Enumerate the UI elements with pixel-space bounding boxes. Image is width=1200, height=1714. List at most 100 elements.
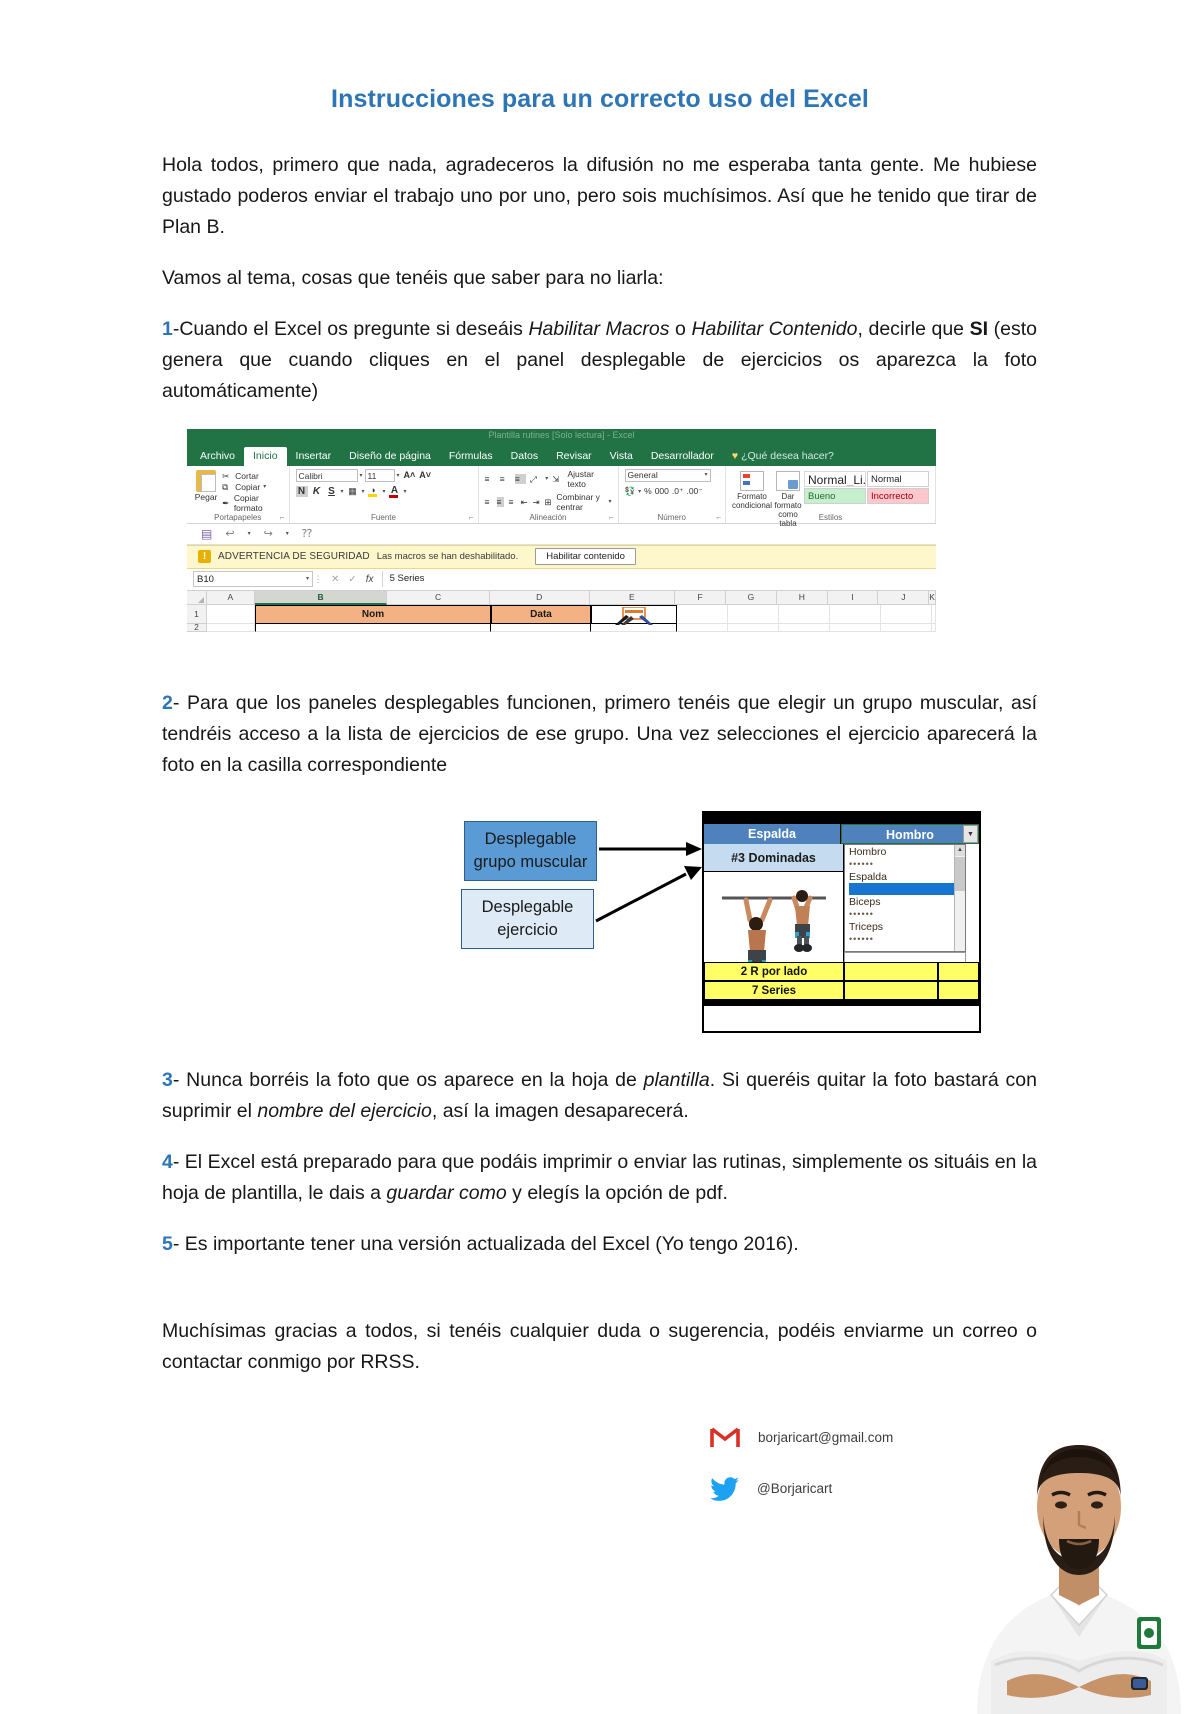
dialog-launcher-icon[interactable]: ⌐ [280, 513, 285, 522]
column-header-d[interactable]: D [489, 590, 590, 605]
save-icon[interactable]: ▤ [201, 527, 212, 541]
ribbon-tab-revisar[interactable]: Revisar [547, 447, 601, 466]
increase-decimal-icon[interactable]: .0⁺ [672, 486, 684, 497]
reps-value-cell[interactable] [844, 961, 938, 981]
cell-j2[interactable] [881, 623, 932, 632]
muscle-group-cell[interactable]: Espalda [704, 823, 841, 844]
column-header-g[interactable]: G [726, 590, 777, 605]
decrease-decimal-icon[interactable]: .00⁻ [686, 486, 702, 497]
series-value-cell[interactable] [844, 980, 938, 1000]
redo-icon[interactable]: ↪ [264, 527, 273, 540]
reps-label-cell[interactable]: 2 R por lado [704, 961, 844, 981]
cancel-formula-icon[interactable]: ✕ [331, 574, 339, 585]
dropdown-item-biceps[interactable]: Biceps •••••• [845, 895, 965, 920]
percent-button[interactable]: % [644, 486, 652, 496]
cell-e2[interactable] [591, 623, 677, 632]
decrease-indent-icon[interactable]: ⇤ [520, 497, 528, 507]
font-family-input[interactable]: Calibri [295, 468, 358, 482]
number-dialog-launcher-icon[interactable]: ⌐ [716, 513, 721, 522]
increase-indent-icon[interactable]: ⇥ [532, 497, 540, 507]
cell-b2[interactable] [255, 623, 491, 632]
column-header-h[interactable]: H [776, 590, 828, 605]
orientation-icon[interactable]: ⤢ [530, 474, 541, 484]
font-color-icon[interactable]: A [388, 485, 401, 498]
cell-g1[interactable] [728, 604, 779, 624]
series-extra-cell[interactable] [938, 980, 979, 1000]
copy-button[interactable]: ⧉ Copiar ▾ [222, 482, 282, 492]
ribbon-tab-insertar[interactable]: Insertar [287, 447, 341, 466]
ribbon-tab-diseno[interactable]: Diseño de página [340, 447, 440, 466]
borders-icon[interactable]: ▦ [347, 486, 359, 497]
column-header-i[interactable]: I [827, 590, 879, 605]
alignment-dialog-launcher-icon[interactable]: ⌐ [609, 513, 614, 522]
cell-j1[interactable] [881, 604, 932, 624]
cell-d1[interactable]: Data [491, 604, 591, 624]
align-middle-icon[interactable]: ≡ [500, 474, 511, 484]
cell-style-normal-li[interactable]: Normal_Li... [803, 470, 866, 487]
column-header-j[interactable]: J [878, 590, 930, 605]
undo-icon[interactable]: ↩ [225, 527, 234, 540]
undo-chevron-icon[interactable]: ▾ [248, 530, 251, 537]
ribbon-tab-vista[interactable]: Vista [601, 447, 642, 466]
italic-button[interactable]: K [311, 486, 323, 497]
orientation-chevron-icon[interactable]: ▾ [545, 475, 548, 482]
formula-input[interactable]: 5 Series [381, 571, 936, 588]
cell-a2[interactable] [207, 623, 255, 632]
dropdown-item-hombro[interactable]: Hombro •••••• [845, 845, 965, 870]
column-header-a[interactable]: A [206, 590, 255, 605]
grow-font-icon[interactable]: A˄ [404, 470, 416, 480]
scrollbar-thumb[interactable] [955, 856, 965, 891]
dropdown-item-espalda[interactable]: Espalda •••••• [845, 870, 965, 895]
exercise-name-cell[interactable]: #3 Dominadas [704, 843, 844, 872]
currency-icon[interactable]: 💱 [625, 486, 636, 497]
font-size-input[interactable]: 11 [364, 468, 395, 482]
ribbon-tab-desarrollador[interactable]: Desarrollador [642, 447, 723, 466]
insert-function-icon[interactable]: fx [366, 574, 374, 585]
ribbon-tab-inicio[interactable]: Inicio [244, 446, 287, 466]
align-top-icon[interactable]: ≡ [485, 474, 496, 484]
dropdown-item-triceps[interactable]: Triceps •••••• [845, 920, 965, 945]
ribbon-tab-datos[interactable]: Datos [502, 447, 547, 466]
bold-button[interactable]: N [295, 485, 308, 497]
cell-f2[interactable] [677, 623, 728, 632]
cell-h1[interactable] [779, 604, 830, 624]
font-dialog-launcher-icon[interactable]: ⌐ [469, 513, 474, 522]
fill-color-icon[interactable]: ◗ [367, 485, 380, 498]
cell-k2[interactable] [932, 623, 936, 632]
underline-button[interactable]: S [326, 486, 338, 497]
ribbon-tab-archivo[interactable]: Archivo [191, 447, 244, 466]
dropdown-chevron-icon[interactable]: ▼ [963, 824, 978, 843]
font-color-chevron-icon[interactable]: ▾ [404, 488, 407, 495]
cell-style-normal[interactable]: Normal [866, 470, 929, 487]
fill-chevron-icon[interactable]: ▾ [383, 488, 386, 495]
ribbon-tab-formulas[interactable]: Fórmulas [440, 447, 502, 466]
font-size-chevron-icon[interactable]: ▾ [397, 472, 400, 479]
dropdown-scrollbar[interactable]: ▲ [954, 844, 965, 951]
cell-e1-image[interactable] [591, 604, 677, 625]
column-header-b[interactable]: B [254, 590, 388, 605]
column-header-e[interactable]: E [589, 590, 676, 605]
align-left-icon[interactable]: ≡ [485, 497, 493, 507]
help-icon[interactable]: ⁇ [302, 527, 312, 540]
enable-content-button[interactable]: Habilitar contenido [535, 548, 636, 566]
twitter-text[interactable]: @Borjaricart [757, 1481, 832, 1496]
align-bottom-icon[interactable]: ≡ [514, 473, 527, 484]
cell-f1[interactable] [677, 604, 728, 624]
cell-i1[interactable] [830, 604, 881, 624]
exercise-dropdown-list[interactable]: Hombro •••••• Espalda •••••• Biceps ••••… [844, 843, 966, 952]
cell-b1[interactable]: Nom [255, 604, 491, 624]
cell-g2[interactable] [728, 623, 779, 632]
paste-button[interactable]: Pegar [193, 469, 219, 514]
merge-center-label[interactable]: Combinar y centrar [556, 492, 604, 512]
row-header-1[interactable]: 1 [187, 604, 207, 624]
merge-chevron-icon[interactable]: ▾ [609, 498, 612, 505]
shrink-font-icon[interactable]: A˅ [419, 470, 431, 480]
cell-i2[interactable] [830, 623, 881, 632]
column-header-k[interactable]: K [929, 590, 936, 605]
name-box[interactable]: B10 ▾ [193, 571, 313, 588]
accept-formula-icon[interactable]: ✓ [348, 574, 356, 585]
underline-chevron-icon[interactable]: ▾ [341, 488, 344, 495]
format-painter-button[interactable]: ✒ Copiar formato [222, 493, 282, 513]
select-all-corner[interactable] [187, 590, 207, 605]
number-format-select[interactable]: General ▾ [624, 468, 711, 482]
